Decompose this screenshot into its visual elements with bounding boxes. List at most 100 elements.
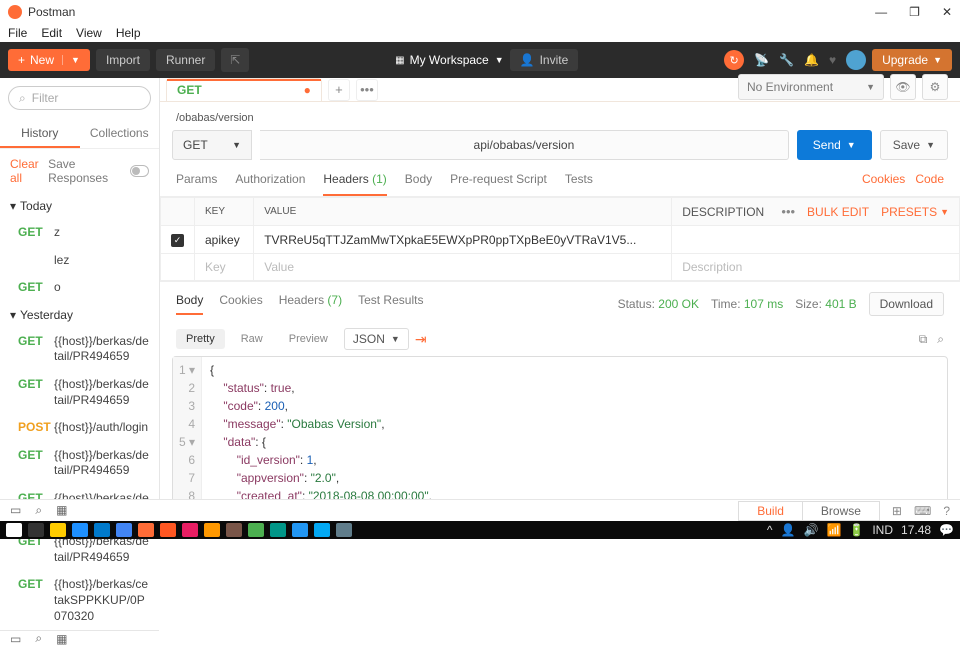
response-body[interactable]: 1 ▾2345 ▾67891011 { "status": true, "cod… (172, 356, 948, 503)
history-item[interactable]: GET{{host}}/berkas/detail/PR494659 (0, 371, 159, 414)
save-responses-toggle[interactable] (130, 165, 149, 177)
status-value: 200 OK (658, 297, 699, 311)
chevron-down-icon[interactable]: ▼ (62, 55, 80, 65)
send-button[interactable]: Send ▼ (797, 130, 872, 160)
bootcamp-icon[interactable]: ▦ (56, 632, 67, 646)
workspace-dropdown[interactable]: ▦ My Workspace ▼ (395, 53, 504, 67)
response-tab-body[interactable]: Body (176, 293, 203, 315)
import-button[interactable]: Import (96, 49, 150, 71)
bell-icon[interactable]: 🔔 (804, 53, 819, 67)
tab-history[interactable]: History (0, 120, 80, 148)
bootcamp-icon[interactable]: ▦ (56, 503, 67, 518)
tab-headers[interactable]: Headers (1) (323, 172, 386, 196)
tab-tests[interactable]: Tests (565, 172, 593, 196)
view-pretty[interactable]: Pretty (176, 329, 225, 349)
console-icon[interactable]: ▭ (10, 503, 21, 518)
two-pane-icon[interactable]: ⊞ (892, 504, 902, 518)
header-row[interactable]: ✓ apikey TVRReU5qTTJZamMwTXpkaE5EWXpPR0p… (161, 226, 960, 254)
menu-help[interactable]: Help (116, 26, 141, 40)
view-preview[interactable]: Preview (279, 329, 338, 349)
tab-params[interactable]: Params (176, 172, 217, 196)
invite-button[interactable]: 👤 Invite (510, 49, 579, 71)
search-icon[interactable]: ⌕ (937, 332, 944, 347)
sync-icon[interactable]: ↻ (724, 50, 744, 70)
runner-button[interactable]: Runner (156, 49, 215, 71)
filter-input[interactable]: ⌕ Filter (8, 86, 151, 110)
help-icon[interactable]: ? (943, 504, 950, 518)
header-value[interactable]: TVRReU5qTTJZamMwTXpkaE5EWXpPR0ppTXpBeE0y… (254, 226, 672, 254)
grid-icon: ▦ (395, 55, 403, 66)
response-tab-headers[interactable]: Headers (7) (279, 293, 342, 315)
save-button[interactable]: Save ▼ (880, 130, 948, 160)
search-icon: ⌕ (19, 91, 26, 106)
tab-prerequest[interactable]: Pre-request Script (450, 172, 547, 196)
tab-body[interactable]: Body (405, 172, 432, 196)
header-row-empty[interactable]: Key Value Description (161, 254, 960, 281)
maximize-button[interactable]: ❐ (909, 5, 920, 19)
request-tab[interactable]: GET ● (166, 78, 322, 101)
wrap-icon[interactable]: ⇥ (415, 331, 427, 348)
avatar[interactable] (846, 50, 866, 70)
header-desc[interactable] (672, 226, 960, 254)
plus-icon: + (18, 53, 25, 67)
history-item[interactable]: lez (0, 247, 159, 275)
tab-options-button[interactable]: ••• (356, 79, 378, 101)
more-icon[interactable]: ••• (781, 204, 795, 219)
menu-view[interactable]: View (76, 26, 102, 40)
browse-button[interactable]: Browse (803, 501, 880, 521)
find-icon[interactable]: ⌕ (35, 503, 42, 518)
capture-icon[interactable]: ⇱ (221, 48, 249, 72)
add-tab-button[interactable]: + (328, 79, 350, 101)
history-item[interactable]: POST{{host}}/auth/login (0, 414, 159, 442)
method-dropdown[interactable]: GET ▼ (172, 130, 252, 160)
eye-icon[interactable]: 👁 (890, 74, 916, 100)
new-button[interactable]: + New ▼ (8, 49, 90, 71)
chevron-down-icon[interactable]: ▼ (926, 140, 935, 150)
tray-up-icon[interactable]: ^ (767, 523, 773, 537)
col-key: KEY (195, 198, 254, 226)
windows-taskbar[interactable]: ^ 👤 🔊 📶 🔋 IND 17.48 💬 (0, 521, 960, 539)
download-button[interactable]: Download (869, 292, 944, 316)
clear-all-link[interactable]: Clear all (10, 157, 48, 185)
environment-dropdown[interactable]: No Environment ▼ (738, 74, 884, 100)
tab-collections[interactable]: Collections (80, 120, 160, 148)
find-icon[interactable]: ⌕ (35, 631, 42, 646)
tray-time[interactable]: 17.48 (901, 523, 931, 537)
history-group-today[interactable]: ▾Today (0, 193, 159, 219)
history-item[interactable]: GETo (0, 274, 159, 302)
response-tab-cookies[interactable]: Cookies (219, 293, 262, 315)
chevron-down-icon: ▼ (495, 55, 504, 65)
gear-icon[interactable]: ⚙ (922, 74, 948, 100)
url-input[interactable]: api/obabas/version (260, 130, 789, 160)
build-button[interactable]: Build (738, 501, 803, 521)
history-item[interactable]: GET{{host}}/berkas/detail/PR494659 (0, 328, 159, 371)
chevron-down-icon[interactable]: ▼ (847, 140, 856, 150)
console-icon[interactable]: ▭ (10, 632, 21, 646)
checkbox[interactable]: ✓ (171, 234, 184, 247)
copy-icon[interactable]: ⧉ (919, 332, 928, 347)
format-dropdown[interactable]: JSON▼ (344, 328, 409, 350)
response-tab-tests[interactable]: Test Results (358, 293, 423, 315)
header-key[interactable]: apikey (195, 226, 254, 254)
start-icon[interactable] (6, 523, 22, 537)
upgrade-button[interactable]: Upgrade ▼ (872, 49, 952, 71)
presets-dropdown[interactable]: Presets▼ (881, 205, 949, 219)
menu-file[interactable]: File (8, 26, 27, 40)
minimize-button[interactable]: — (875, 5, 887, 19)
menu-edit[interactable]: Edit (41, 26, 62, 40)
history-group-yesterday[interactable]: ▾Yesterday (0, 302, 159, 328)
view-raw[interactable]: Raw (231, 329, 273, 349)
keyboard-icon[interactable]: ⌨ (914, 504, 931, 518)
wrench-icon[interactable]: 🔧 (779, 53, 794, 67)
tab-authorization[interactable]: Authorization (235, 172, 305, 196)
code-link[interactable]: Code (915, 172, 944, 186)
satellite-icon[interactable]: 📡 (754, 53, 769, 67)
cookies-link[interactable]: Cookies (862, 172, 905, 186)
history-item[interactable]: GET{{host}}/berkas/detail/PR494659 (0, 442, 159, 485)
history-item[interactable]: GET{{host}}/berkas/cetakSPPKKUP/0P070320 (0, 571, 159, 630)
history-item[interactable]: GETz (0, 219, 159, 247)
close-button[interactable]: ✕ (942, 5, 952, 19)
heart-icon[interactable]: ♥ (829, 53, 836, 67)
bulk-edit-link[interactable]: Bulk Edit (807, 205, 869, 219)
tray-lang[interactable]: IND (872, 523, 893, 537)
